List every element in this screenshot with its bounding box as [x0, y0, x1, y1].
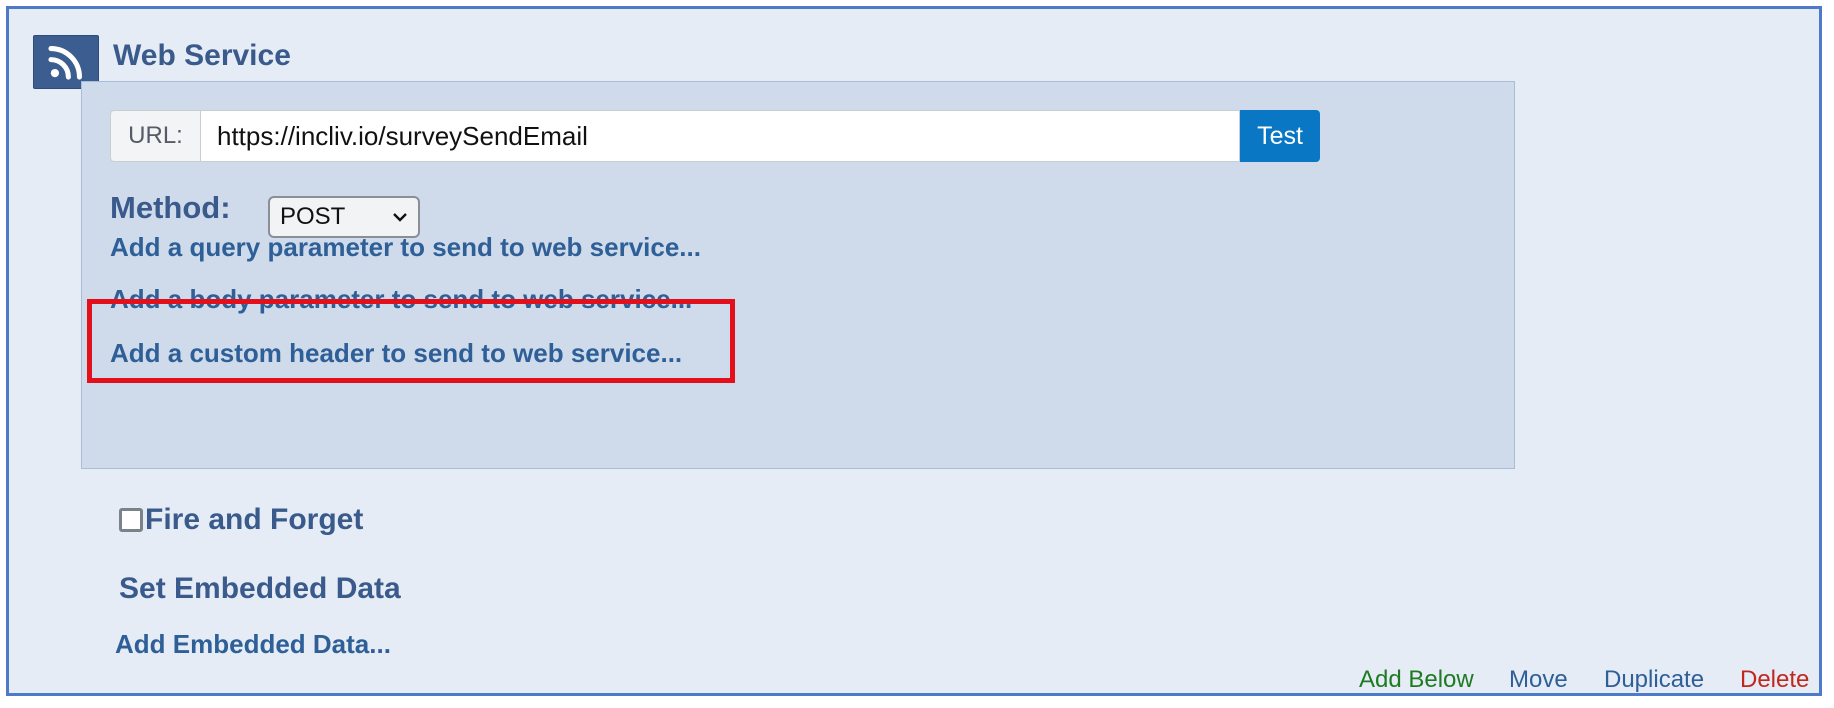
url-label: URL:: [110, 110, 200, 162]
fire-and-forget-label: Fire and Forget: [145, 503, 364, 536]
add-below-button[interactable]: Add Below: [1359, 666, 1474, 694]
method-label: Method:: [110, 190, 231, 225]
duplicate-button[interactable]: Duplicate: [1604, 666, 1704, 694]
url-group: URL: Test: [110, 110, 1320, 162]
fire-and-forget[interactable]: Fire and Forget: [119, 503, 363, 537]
set-embedded-data-title: Set Embedded Data: [119, 572, 401, 605]
fire-and-forget-checkbox[interactable]: [119, 508, 143, 532]
highlight-box: [87, 299, 735, 383]
add-query-parameter-link[interactable]: Add a query parameter to send to web ser…: [110, 232, 701, 263]
web-service-panel: URL: Test Method: POST Add a query param…: [81, 81, 1515, 469]
card-title: Web Service: [113, 39, 291, 72]
chevron-down-icon: [392, 207, 408, 228]
move-button[interactable]: Move: [1509, 666, 1568, 694]
test-button[interactable]: Test: [1240, 110, 1320, 162]
delete-button[interactable]: Delete: [1740, 666, 1809, 694]
method-selected-value: POST: [280, 203, 346, 230]
web-service-card: Web Service URL: Test Method: POST Add a…: [6, 6, 1822, 696]
add-embedded-data-link[interactable]: Add Embedded Data...: [115, 629, 391, 660]
url-input[interactable]: [200, 110, 1240, 162]
